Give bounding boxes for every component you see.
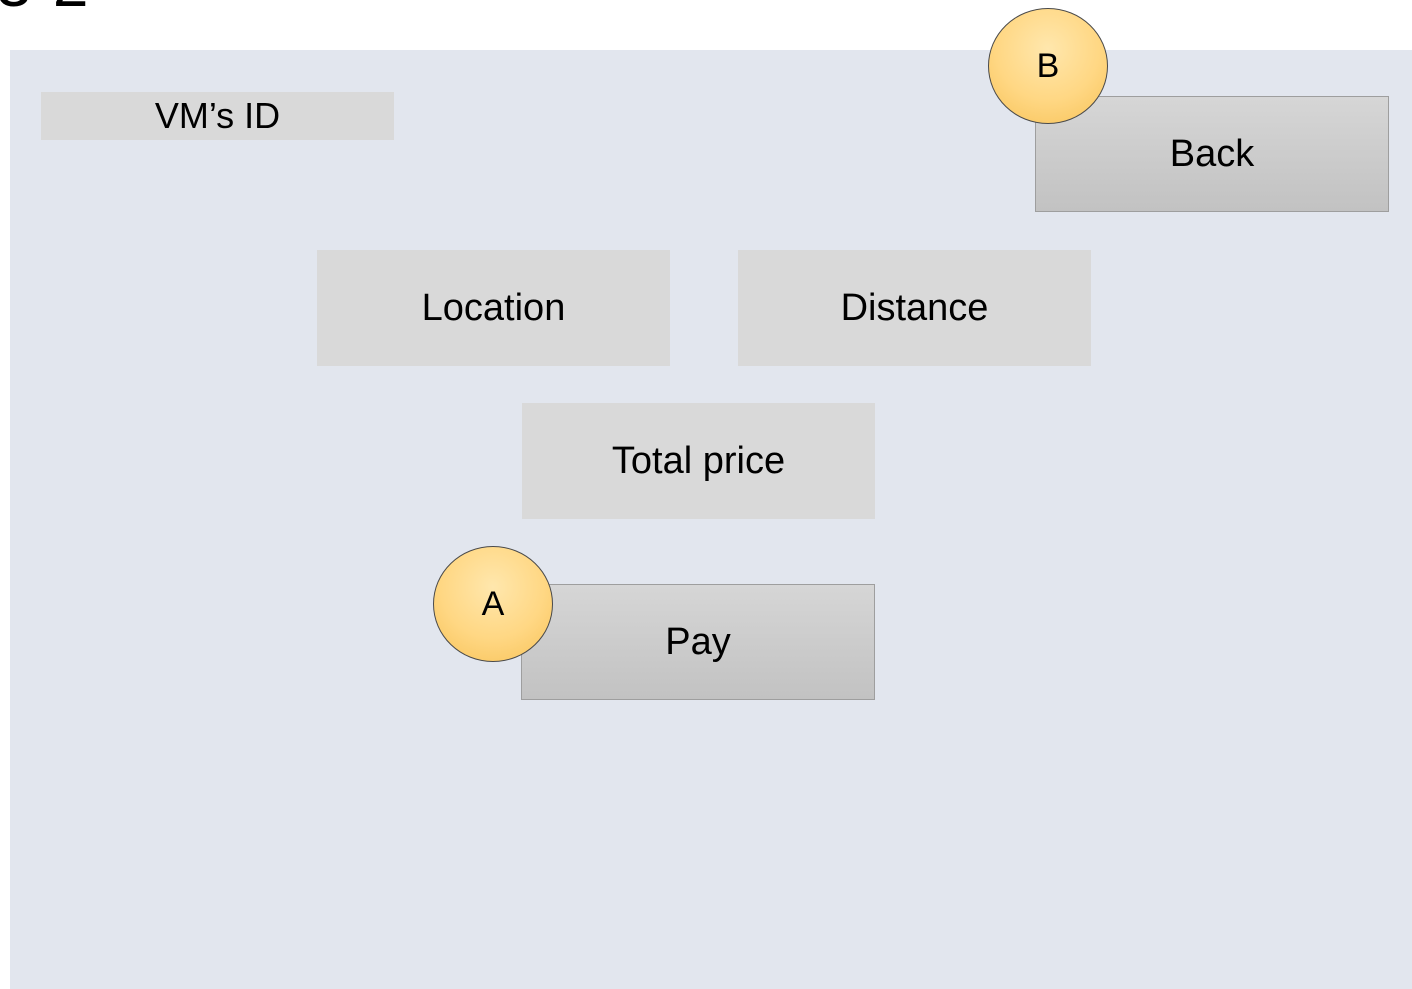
location-field: Location [317,250,670,366]
back-button[interactable]: Back [1035,96,1389,212]
annotation-marker-a: A [433,546,553,662]
app-screen: VM’s ID Back Location Distance Total pri… [10,50,1412,989]
annotation-marker-b: B [988,8,1108,124]
total-price-field: Total price [522,403,875,519]
vm-id-field: VM’s ID [41,92,394,140]
pay-button[interactable]: Pay [521,584,875,700]
distance-field: Distance [738,250,1091,366]
slide-title: 3-2 [0,0,89,16]
